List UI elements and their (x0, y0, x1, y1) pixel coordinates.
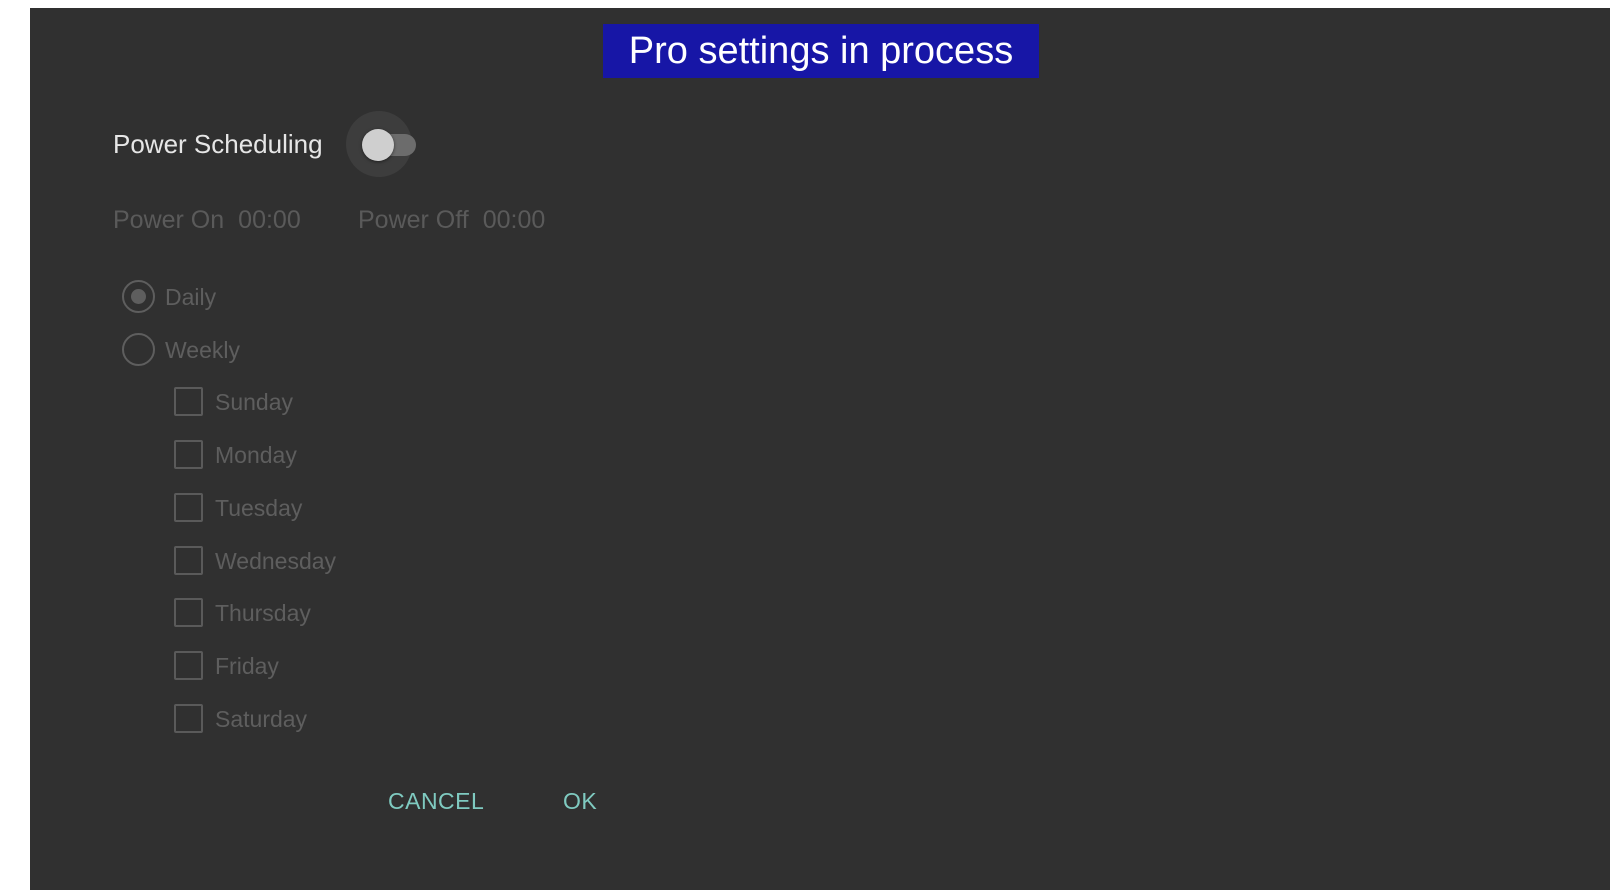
power-on-label: Power On (113, 206, 225, 234)
monday-checkbox[interactable] (174, 440, 203, 469)
daily-radio-label[interactable]: Daily (165, 282, 216, 312)
thursday-label[interactable]: Thursday (215, 598, 311, 628)
monday-label[interactable]: Monday (215, 440, 297, 470)
power-scheduling-label: Power Scheduling (113, 129, 323, 159)
sunday-checkbox[interactable] (174, 387, 203, 416)
saturday-checkbox[interactable] (174, 704, 203, 733)
tuesday-label[interactable]: Tuesday (215, 493, 302, 523)
tuesday-checkbox[interactable] (174, 493, 203, 522)
ok-button[interactable]: OK (563, 786, 597, 816)
wednesday-checkbox[interactable] (174, 546, 203, 575)
sunday-label[interactable]: Sunday (215, 387, 293, 417)
power-off-time[interactable]: 00:00 (483, 206, 546, 234)
friday-checkbox[interactable] (174, 651, 203, 680)
saturday-label[interactable]: Saturday (215, 704, 307, 734)
weekly-radio[interactable] (122, 333, 155, 366)
cancel-button[interactable]: CANCEL (388, 786, 484, 816)
power-off-setting[interactable]: Power Off 00:00 (358, 204, 545, 236)
status-banner: Pro settings in process (603, 24, 1039, 78)
wednesday-label[interactable]: Wednesday (215, 546, 336, 576)
radio-selected-dot (131, 289, 146, 304)
power-off-label: Power Off (358, 206, 469, 234)
toggle-thumb[interactable] (362, 129, 394, 161)
friday-label[interactable]: Friday (215, 651, 279, 681)
power-on-time[interactable]: 00:00 (238, 206, 301, 234)
daily-radio[interactable] (122, 280, 155, 313)
thursday-checkbox[interactable] (174, 598, 203, 627)
weekly-radio-label[interactable]: Weekly (165, 335, 240, 365)
power-on-setting[interactable]: Power On 00:00 (113, 204, 301, 236)
